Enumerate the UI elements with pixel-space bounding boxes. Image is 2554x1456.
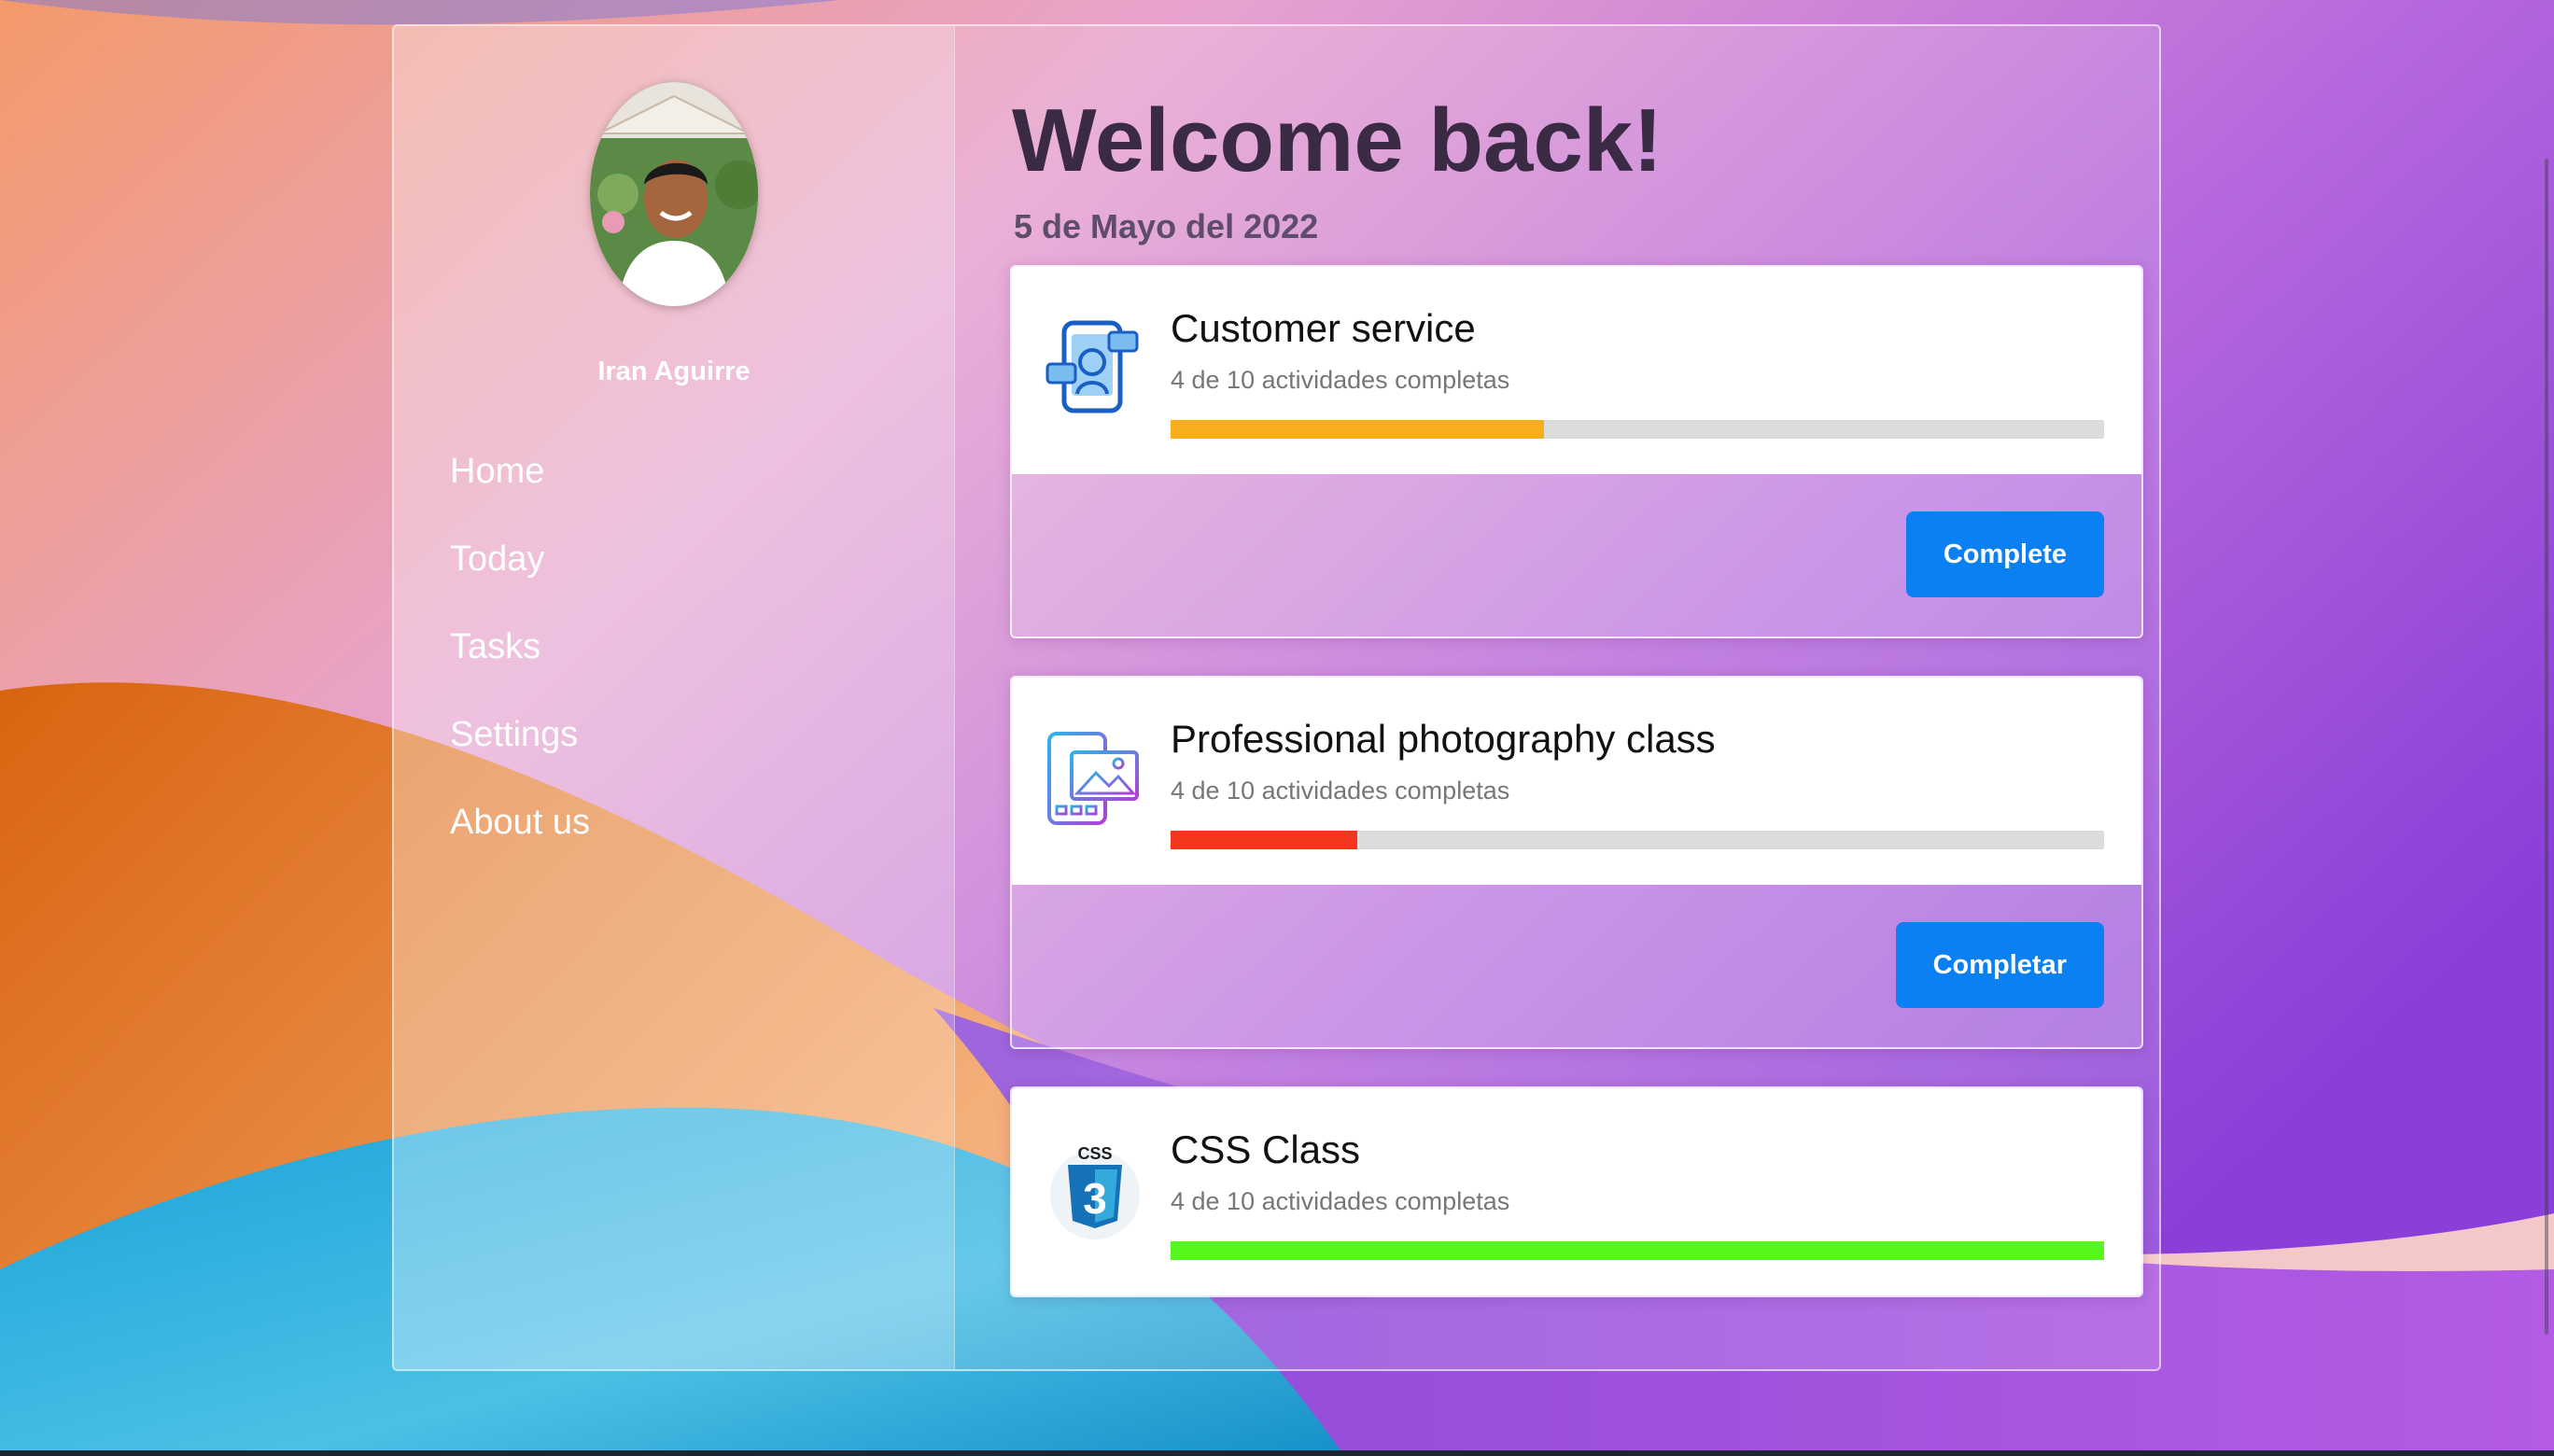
- progress-fill: [1171, 420, 1544, 439]
- date-label: 5 de Mayo del 2022: [1014, 207, 1319, 245]
- nav-item-home[interactable]: Home: [450, 427, 590, 515]
- card-header: Professional photography class 4 de 10 a…: [1012, 678, 2141, 885]
- css3-icon: CSS 3: [1044, 1137, 1146, 1239]
- user-name: Iran Aguirre: [597, 357, 751, 386]
- scrollbar[interactable]: [2545, 159, 2548, 1335]
- avatar: [590, 82, 758, 306]
- card-header: CSS 3 CSS Class 4 de 10 actividades comp…: [1012, 1088, 2141, 1295]
- sidebar: Iran Aguirre Home Today Tasks Settings A…: [394, 26, 955, 1369]
- task-card-photography: Professional photography class 4 de 10 a…: [1010, 676, 2143, 1049]
- nav-item-tasks[interactable]: Tasks: [450, 603, 590, 691]
- card-subtitle: 4 de 10 actividades completas: [1171, 777, 1510, 805]
- page-title: Welcome back!: [1012, 91, 1663, 190]
- card-header: Customer service 4 de 10 actividades com…: [1012, 267, 2141, 474]
- completar-button[interactable]: Completar: [1895, 922, 2104, 1008]
- svg-text:3: 3: [1083, 1174, 1107, 1223]
- progress-bar: [1171, 831, 2104, 849]
- card-title: Customer service: [1171, 306, 1476, 350]
- complete-button[interactable]: Complete: [1905, 511, 2104, 597]
- nav-item-today[interactable]: Today: [450, 515, 590, 603]
- progress-fill: [1171, 1241, 2104, 1260]
- card-footer: Completar: [1012, 885, 2141, 1047]
- progress-bar: [1171, 1241, 2104, 1260]
- photography-icon: [1044, 726, 1146, 829]
- task-card-css-class: CSS 3 CSS Class 4 de 10 actividades comp…: [1010, 1086, 2143, 1297]
- card-subtitle: 4 de 10 actividades completas: [1171, 1187, 1510, 1215]
- card-title: CSS Class: [1171, 1127, 1361, 1171]
- nav-item-about-us[interactable]: About us: [450, 778, 590, 866]
- progress-bar: [1171, 420, 2104, 439]
- nav-item-settings[interactable]: Settings: [450, 691, 590, 778]
- svg-text:CSS: CSS: [1077, 1144, 1112, 1163]
- sidebar-nav: Home Today Tasks Settings About us: [450, 427, 590, 866]
- card-footer: Complete: [1012, 474, 2141, 637]
- taskbar-edge: [0, 1450, 2554, 1456]
- app-window: Iran Aguirre Home Today Tasks Settings A…: [392, 24, 2161, 1371]
- customer-service-icon: [1044, 315, 1146, 418]
- card-title: Professional photography class: [1171, 717, 1716, 761]
- card-subtitle: 4 de 10 actividades completas: [1171, 366, 1510, 394]
- task-card-customer-service: Customer service 4 de 10 actividades com…: [1010, 265, 2143, 638]
- progress-fill: [1171, 831, 1357, 849]
